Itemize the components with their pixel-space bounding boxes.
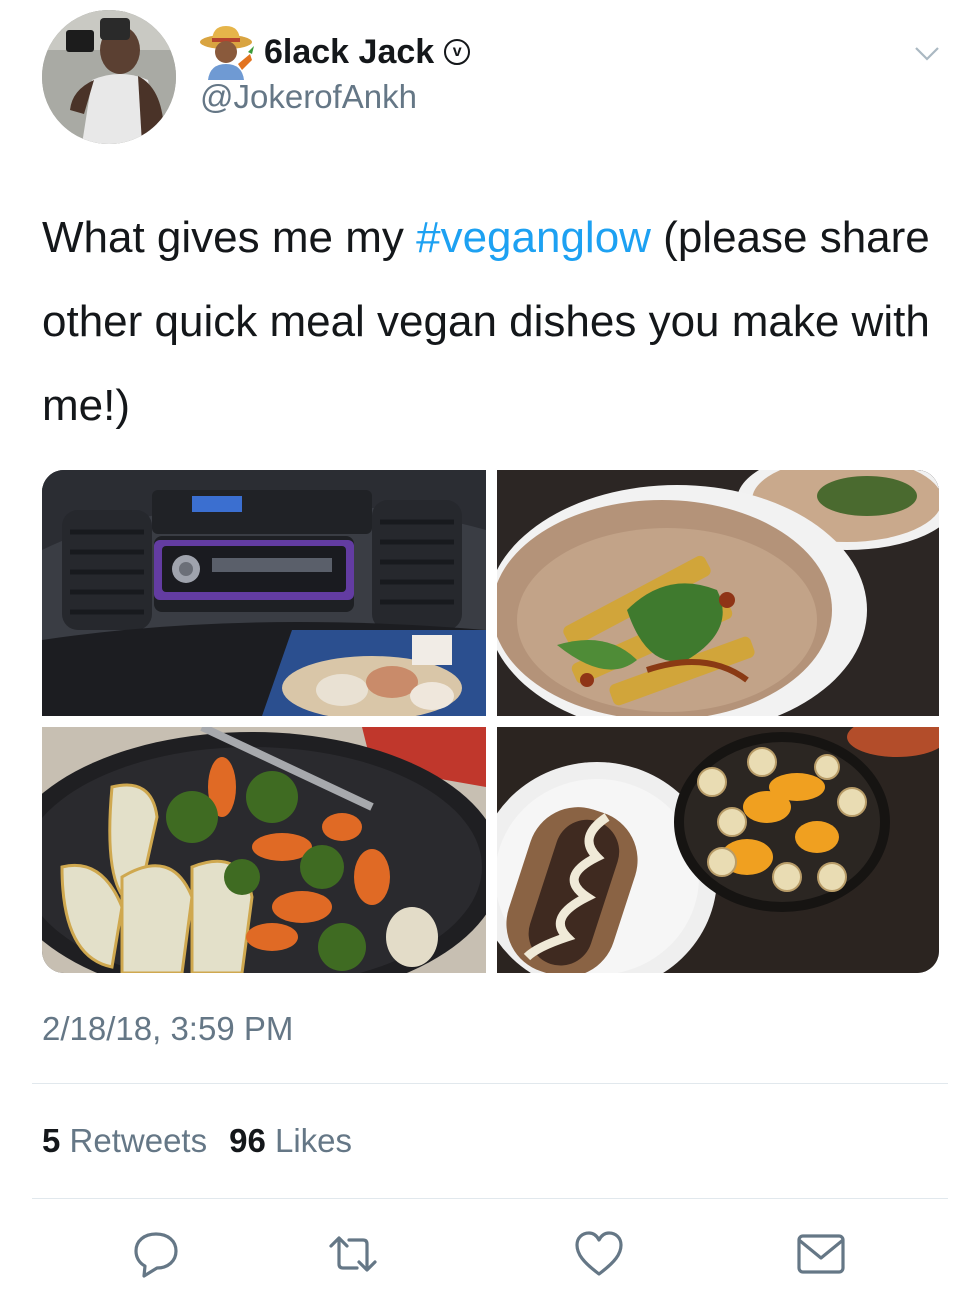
- divider: [32, 1083, 948, 1084]
- hashtag-link[interactable]: #veganglow: [416, 213, 651, 262]
- reply-icon[interactable]: [130, 1228, 182, 1280]
- retweets-count: 5: [42, 1122, 61, 1159]
- retweets-stat[interactable]: 5 Retweets: [42, 1122, 207, 1159]
- likes-stat[interactable]: 96 Likes: [229, 1122, 352, 1159]
- photo-car-dashboard[interactable]: [42, 470, 486, 716]
- retweets-label: Retweets: [69, 1122, 208, 1159]
- tweet-text: What gives me my #veganglow (please shar…: [42, 196, 942, 448]
- avatar[interactable]: [42, 10, 176, 144]
- photo-tofu-wrap[interactable]: [497, 470, 939, 716]
- car-dashboard-food-photo: [42, 470, 486, 716]
- verified-badge-icon: v: [444, 39, 471, 65]
- tweet-text-before: What gives me my: [42, 213, 417, 262]
- tofu-wrap-photo: [497, 470, 939, 716]
- vegan-hotdog-fruit-bowl-photo: [497, 727, 939, 973]
- farmer-emoji: [200, 26, 254, 80]
- tweet-timestamp[interactable]: 2/18/18, 3:59 PM: [42, 1010, 293, 1048]
- user-handle[interactable]: @JokerofAnkh: [200, 78, 417, 116]
- likes-label: Likes: [274, 1122, 353, 1159]
- photo-hotdog-fruit[interactable]: [497, 727, 939, 973]
- author-name-row: 6lack Jack v: [198, 24, 471, 80]
- divider: [32, 1198, 948, 1199]
- direct-message-icon[interactable]: [795, 1228, 847, 1280]
- display-name[interactable]: 6lack Jack: [264, 33, 434, 72]
- dumplings-vegetables-photo: [42, 727, 486, 973]
- photo-dumplings[interactable]: [42, 727, 486, 973]
- chevron-down-icon[interactable]: [914, 40, 940, 66]
- profile-photo: [42, 10, 176, 144]
- like-icon[interactable]: [573, 1228, 625, 1280]
- retweet-icon[interactable]: [327, 1228, 379, 1280]
- likes-count: 96: [229, 1122, 266, 1159]
- tweet-stats: 5 Retweets 96 Likes: [42, 1122, 352, 1160]
